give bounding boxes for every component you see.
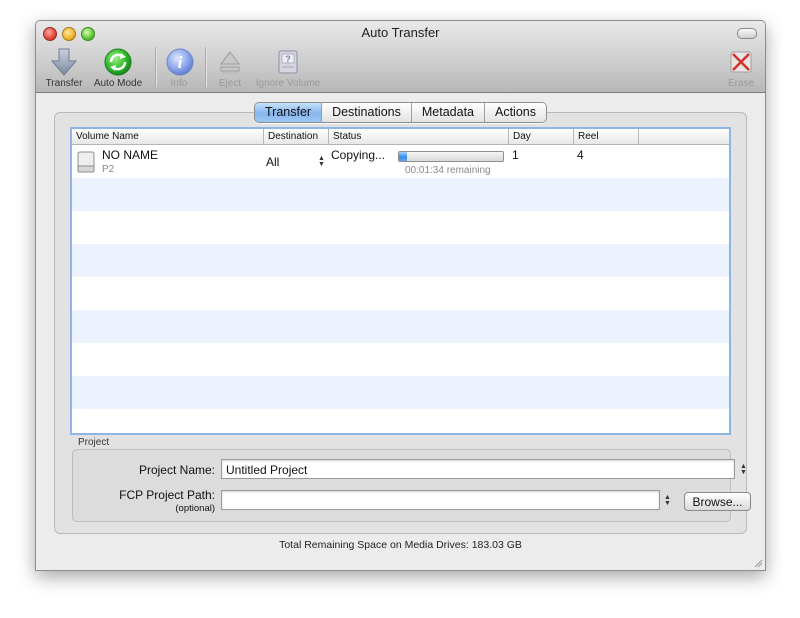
download-arrow-icon (50, 48, 78, 76)
table-row[interactable]: NO NAME P2 All ▲ ▼ Copying... 00:01:34 re… (72, 145, 729, 178)
column-header-destination[interactable]: Destination (264, 129, 329, 144)
ignore-volume-button[interactable]: ? Ignore Volume (251, 47, 325, 89)
tab-destinations[interactable]: Destinations (321, 103, 411, 122)
fcp-path-hint: (optional) (175, 503, 215, 514)
app-window: Auto Transfer Transfer Auto Mode i Info … (35, 20, 766, 571)
remaining-time: 00:01:34 remaining (405, 165, 491, 176)
volume-type: P2 (102, 164, 115, 175)
reel-value: 4 (577, 148, 584, 162)
column-header-day[interactable]: Day (509, 129, 574, 144)
ignore-volume-icon: ? (278, 50, 298, 74)
day-value: 1 (512, 148, 519, 162)
svg-text:i: i (178, 53, 183, 72)
refresh-icon (104, 48, 132, 76)
toolbar-separator (205, 47, 207, 87)
browse-button[interactable]: Browse... (684, 492, 751, 511)
drive-icon (77, 151, 95, 173)
auto-mode-button[interactable]: Auto Mode (90, 47, 146, 89)
fcp-path-label: FCP Project Path: (119, 488, 215, 502)
table-row-empty (72, 244, 729, 277)
toolbar-separator (155, 47, 157, 87)
project-name-stepper-icon[interactable]: ▲ ▼ (740, 463, 747, 476)
eject-label: Eject (218, 78, 242, 89)
window-title: Auto Transfer (361, 25, 440, 40)
project-name-field[interactable]: Untitled Project (221, 459, 735, 479)
ignore-volume-label: Ignore Volume (255, 78, 321, 89)
table-row-empty (72, 409, 729, 433)
column-header-status[interactable]: Status (329, 129, 509, 144)
table-row-empty (72, 277, 729, 310)
table-row-empty (72, 343, 729, 376)
table-row-empty (72, 310, 729, 343)
table-header: Volume Name Destination Status Day Reel (72, 129, 729, 145)
auto-mode-label: Auto Mode (93, 78, 143, 89)
title-bar: Auto Transfer Transfer Auto Mode i Info … (36, 21, 765, 93)
eject-icon (220, 51, 240, 74)
tab-transfer[interactable]: Transfer (255, 103, 322, 122)
transfer-button[interactable]: Transfer (42, 47, 86, 89)
column-header-empty (639, 129, 729, 144)
erase-label: Erase (727, 78, 755, 89)
tab-actions[interactable]: Actions (484, 103, 546, 122)
column-header-reel[interactable]: Reel (574, 129, 639, 144)
transfer-label: Transfer (45, 78, 83, 89)
eject-button[interactable]: Eject (213, 47, 247, 89)
info-button[interactable]: i Info (164, 47, 194, 89)
erase-button[interactable]: Erase (725, 47, 757, 89)
resize-grip-icon[interactable] (753, 558, 763, 568)
copy-progress-bar (398, 151, 504, 162)
info-label: Info (170, 78, 188, 89)
erase-icon (730, 51, 752, 73)
volumes-table[interactable]: Volume Name Destination Status Day Reel … (70, 127, 731, 435)
table-row-empty (72, 178, 729, 211)
column-header-volume-name[interactable]: Volume Name (72, 129, 264, 144)
toolbar-toggle-button[interactable] (737, 28, 757, 39)
table-row-empty (72, 376, 729, 409)
info-icon: i (166, 48, 194, 76)
table-row-empty (72, 211, 729, 244)
fcp-path-stepper-icon[interactable]: ▲ ▼ (664, 494, 671, 507)
volume-name: NO NAME (102, 148, 159, 162)
status-text: Copying... (331, 148, 386, 162)
destination-stepper-icon[interactable]: ▲ ▼ (318, 155, 325, 168)
fcp-path-field[interactable] (221, 490, 660, 510)
destination-select[interactable]: All (266, 155, 279, 169)
remaining-space-text: Total Remaining Space on Media Drives: 1… (279, 539, 522, 551)
tab-metadata[interactable]: Metadata (410, 103, 484, 122)
svg-text:?: ? (285, 54, 291, 64)
tab-bar: Transfer Destinations Metadata Actions (254, 102, 547, 123)
project-box: Project Name: Untitled Project ▲ ▼ FCP Pr… (72, 449, 751, 522)
project-group-label: Project (78, 437, 110, 448)
copy-progress-fill (399, 152, 408, 161)
project-name-label: Project Name: (138, 463, 215, 477)
